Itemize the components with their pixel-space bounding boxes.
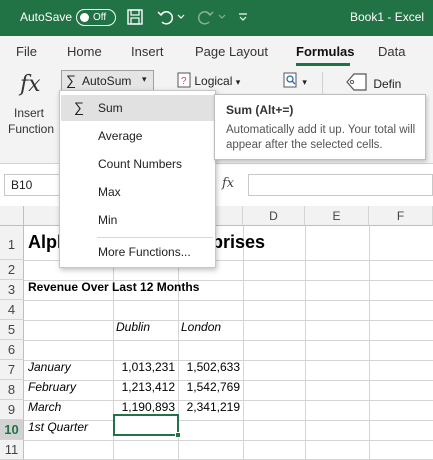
toggle-knob xyxy=(80,12,89,22)
menu-item-min[interactable]: Min xyxy=(61,207,215,233)
insert-function-label-2[interactable]: Function xyxy=(8,122,54,136)
tab-insert[interactable]: Insert xyxy=(131,44,164,59)
cell-a3[interactable]: Revenue Over Last 12 Months xyxy=(28,280,199,294)
tab-formulas[interactable]: Formulas xyxy=(296,44,355,59)
row-header-6[interactable]: 6 xyxy=(0,340,24,360)
cell-c5[interactable]: London xyxy=(181,320,221,334)
row-header-1[interactable]: 1 xyxy=(0,226,24,260)
svg-text:?: ? xyxy=(181,76,187,87)
tab-data[interactable]: Data xyxy=(378,44,405,59)
menu-item-label: Max xyxy=(98,185,121,199)
tag-icon xyxy=(346,73,367,91)
menu-item-label: Min xyxy=(98,213,118,227)
gridline xyxy=(24,300,433,301)
insert-function-fx-icon[interactable]: fx xyxy=(222,176,234,191)
cell-c7[interactable]: 1,502,633 xyxy=(179,360,240,374)
cell-b5[interactable]: Dublin xyxy=(116,320,150,334)
row-header-4[interactable]: 4 xyxy=(0,300,24,320)
cell-a1-right: prises xyxy=(212,232,266,252)
gridline xyxy=(305,226,306,460)
row-header-11[interactable]: 11 xyxy=(0,440,24,460)
document-title: Book1 - Excel xyxy=(350,10,425,24)
gridline xyxy=(243,226,244,460)
cell-a7[interactable]: January xyxy=(28,360,71,374)
insert-function-label-1[interactable]: Insert xyxy=(14,106,44,120)
menu-item-sum[interactable]: ∑ Sum xyxy=(61,95,215,121)
cell-a1-left: Alpl xyxy=(28,232,62,252)
save-icon[interactable] xyxy=(126,8,144,26)
autosum-label: AutoSum xyxy=(82,74,132,88)
fill-handle[interactable] xyxy=(175,432,181,438)
formula-input[interactable] xyxy=(248,174,433,196)
define-name-label: Defin xyxy=(373,77,402,91)
menu-item-label: Sum xyxy=(98,101,123,115)
define-name-button[interactable]: Defin xyxy=(344,70,401,94)
autosum-button[interactable]: ∑ AutoSum ▾ xyxy=(61,70,154,92)
tooltip-body: Automatically add it up. Your total will… xyxy=(226,124,416,151)
row-header-5[interactable]: 5 xyxy=(0,320,24,340)
selected-cell-b10[interactable] xyxy=(113,414,179,436)
autosave-toggle[interactable]: Off xyxy=(76,9,116,26)
menu-item-more-functions[interactable]: More Functions... xyxy=(61,239,215,265)
cell-a8[interactable]: February xyxy=(28,380,76,394)
gridline xyxy=(24,320,433,321)
cell-c8[interactable]: 1,542,769 xyxy=(179,380,240,394)
gridline xyxy=(369,226,370,460)
redo-dropdown-icon xyxy=(218,14,226,19)
chevron-down-icon: ▾ xyxy=(302,77,307,87)
row-header-2[interactable]: 2 xyxy=(0,260,24,280)
title-bar: AutoSave Off Book1 - Excel xyxy=(0,0,433,36)
row-header-10[interactable]: 10 xyxy=(0,420,24,440)
cell-a10[interactable]: 1st Quarter xyxy=(28,420,88,434)
ribbon-tabs: File Home Insert Page Layout Formulas Da… xyxy=(0,36,433,66)
column-header-f[interactable]: F xyxy=(369,206,433,226)
menu-item-count-numbers[interactable]: Count Numbers xyxy=(61,151,215,177)
logical-button[interactable]: ? Logical ▾ xyxy=(177,72,240,88)
logical-book-icon: ? xyxy=(177,72,191,88)
cell-b8[interactable]: 1,213,412 xyxy=(114,380,175,394)
tab-file[interactable]: File xyxy=(16,44,37,59)
cell-c9[interactable]: 2,341,219 xyxy=(179,400,240,414)
lookup-icon xyxy=(283,72,297,88)
redo-icon xyxy=(197,11,214,25)
menu-item-label: Average xyxy=(98,129,143,143)
sigma-icon: ∑ xyxy=(66,72,76,88)
lookup-button[interactable]: ▾ xyxy=(283,72,307,88)
row-header-8[interactable]: 8 xyxy=(0,380,24,400)
autosave-state: Off xyxy=(93,11,107,23)
column-header-d[interactable]: D xyxy=(243,206,305,226)
gridline xyxy=(24,340,433,341)
chevron-down-icon: ▾ xyxy=(142,74,147,84)
menu-item-label: Count Numbers xyxy=(98,157,183,171)
select-all-corner[interactable] xyxy=(0,206,24,226)
autosum-menu: ∑ Sum Average Count Numbers Max Min More… xyxy=(59,90,216,268)
cell-b9[interactable]: 1,190,893 xyxy=(114,400,175,414)
menu-item-label: More Functions... xyxy=(98,245,191,259)
logical-label: Logical xyxy=(194,74,233,88)
tab-home[interactable]: Home xyxy=(67,44,102,59)
tooltip-title: Sum (Alt+=) xyxy=(226,103,294,117)
tab-page-layout[interactable]: Page Layout xyxy=(195,44,268,59)
undo-dropdown-icon[interactable] xyxy=(177,14,185,20)
insert-function-icon[interactable]: fx xyxy=(20,72,41,97)
cell-b7[interactable]: 1,013,231 xyxy=(114,360,175,374)
menu-separator xyxy=(97,237,213,238)
row-header-7[interactable]: 7 xyxy=(0,360,24,380)
autosave-label: AutoSave xyxy=(20,10,73,24)
row-header-9[interactable]: 9 xyxy=(0,400,24,420)
row-header-3[interactable]: 3 xyxy=(0,280,24,300)
gridline xyxy=(24,440,433,441)
column-header-e[interactable]: E xyxy=(305,206,369,226)
menu-item-average[interactable]: Average xyxy=(61,123,215,149)
sigma-icon: ∑ xyxy=(74,99,84,115)
customize-toolbar-icon[interactable] xyxy=(238,12,248,22)
undo-icon[interactable] xyxy=(156,8,174,26)
menu-item-max[interactable]: Max xyxy=(61,179,215,205)
chevron-down-icon: ▾ xyxy=(235,77,241,87)
sum-tooltip: Sum (Alt+=) Automatically add it up. You… xyxy=(214,94,426,160)
cell-a9[interactable]: March xyxy=(28,400,61,414)
